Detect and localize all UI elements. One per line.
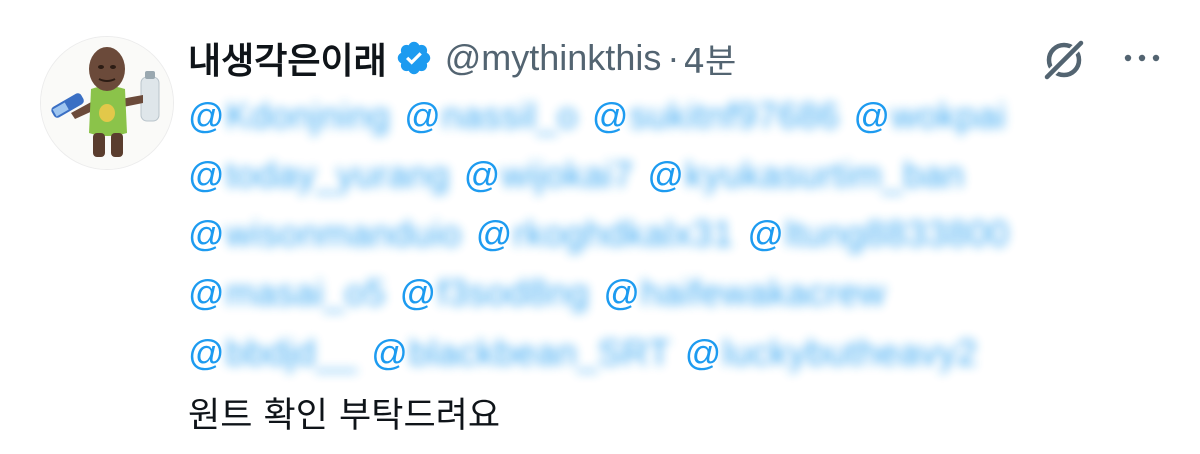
verified-badge-icon[interactable] [395, 39, 433, 77]
mention-link[interactable]: @ sukitnf97686 [592, 95, 840, 137]
grok-button[interactable] [1040, 36, 1088, 84]
mention-line: @ wisonmanduio @ rkoghdkalx31 @ ltung883380… [188, 206, 1023, 262]
mention-link[interactable]: @ rkoghdkalx31 [476, 213, 734, 255]
user-handle[interactable]: @mythinkthis [445, 37, 662, 79]
tweet-body-text: 원트 확인 부탁드려요 [188, 395, 501, 436]
display-name[interactable]: 내생각은이래 [188, 32, 387, 84]
mention-link[interactable]: @ wisonmanduio [188, 213, 462, 255]
avatar-image [41, 37, 173, 169]
more-options-button[interactable] [1118, 38, 1166, 78]
mention-link[interactable]: @ nassil_o [404, 95, 578, 137]
mention-line: @ today_yurang @ wijokai7 @ kyukasurtim_ban [188, 147, 979, 203]
mention-link[interactable]: @ kyukasurtim_ban [647, 154, 964, 196]
grok-icon [1042, 38, 1086, 82]
mention-link[interactable]: @ haifewakacrew [603, 272, 885, 314]
more-horizontal-icon [1124, 54, 1160, 62]
mention-link[interactable]: @ wijokai7 [464, 154, 634, 196]
mention-link[interactable]: @ bbdjd__ [188, 332, 357, 374]
tweet-header: 내생각은이래 @mythinkthis · 4분 [188, 30, 736, 86]
timestamp[interactable]: 4분 [683, 34, 736, 83]
mention-link[interactable]: @ luckybutheavy2 [685, 332, 978, 374]
separator-dot: · [667, 37, 680, 78]
mention-link[interactable]: @ Kdonjning [188, 95, 390, 137]
mention-link[interactable]: @ wokpai [854, 95, 1007, 137]
mention-link[interactable]: @ ltung8833800 [747, 213, 1009, 255]
mention-link[interactable]: @ f3sod8ng [400, 272, 590, 314]
mention-link[interactable]: @ today_yurang [188, 154, 450, 196]
mention-link[interactable]: @ blackbean_SRT [371, 332, 671, 374]
mention-line: @ bbdjd__ @ blackbean_SRT @ luckybutheavy2 [188, 325, 991, 381]
mention-line: @ Kdonjning @ nassil_o @ sukitnf97686 @ wokp… [188, 88, 1020, 144]
tweet[interactable]: 내생각은이래 @mythinkthis · 4분 @ Kdonjning @ nas… [0, 0, 1200, 454]
mention-line: @ masai_o5 @ f3sod8ng @ haifewakacrew [188, 265, 900, 321]
avatar[interactable] [40, 36, 174, 170]
mention-link[interactable]: @ masai_o5 [188, 272, 386, 314]
